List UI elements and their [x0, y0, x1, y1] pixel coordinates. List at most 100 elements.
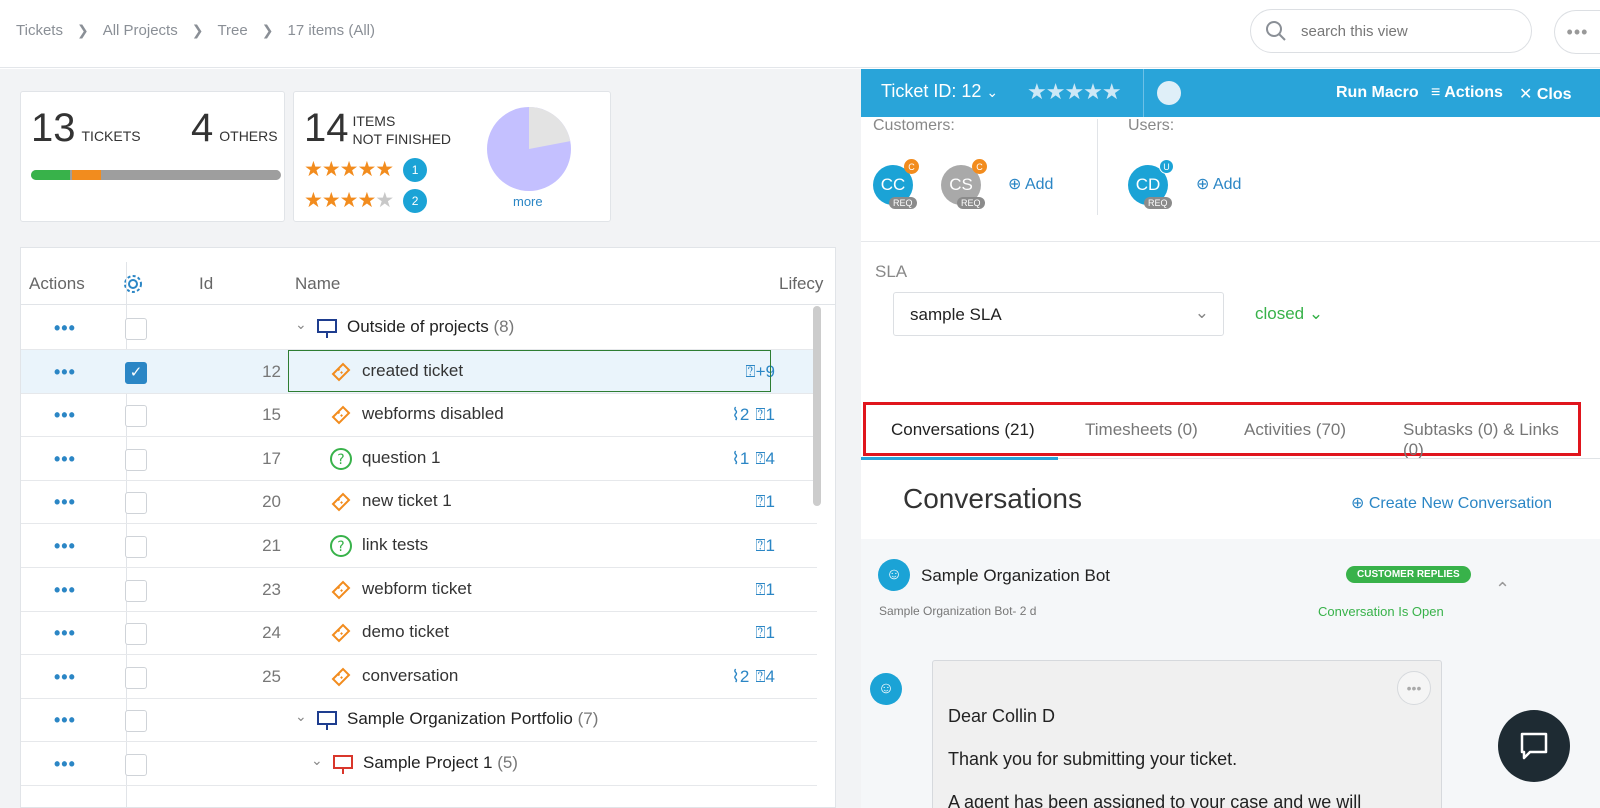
attachment-count[interactable]: ⌇2: [732, 405, 750, 425]
table-row[interactable]: ••• 20 new ticket 1 ⍰1: [21, 480, 817, 525]
row-actions-button[interactable]: •••: [54, 536, 76, 557]
close-button[interactable]: ✕ Clos: [1519, 84, 1572, 104]
conversation-count[interactable]: ⍰1: [755, 492, 775, 512]
sla-select[interactable]: sample SLA ⌄: [893, 292, 1224, 336]
requester-badge: REQ: [957, 197, 985, 209]
table-row[interactable]: ••• 25 conversation ⌇2 ⍰4: [21, 655, 817, 699]
table-row[interactable]: ••• 24 demo ticket ⍰1: [21, 611, 817, 656]
expand-chevron-icon[interactable]: ⌄: [311, 752, 323, 769]
attachment-count[interactable]: ⌇1: [732, 449, 750, 469]
sla-label: SLA: [875, 262, 908, 281]
row-checkbox[interactable]: [125, 623, 147, 646]
grid-scrollbar[interactable]: [813, 306, 821, 506]
row-checkbox[interactable]: [125, 579, 147, 602]
row-checkbox[interactable]: [125, 492, 147, 515]
row-meta: ⍰1: [755, 536, 775, 556]
tab-activities[interactable]: Activities (70): [1244, 420, 1346, 440]
avatar-user-cd[interactable]: CD U REQ: [1128, 159, 1174, 209]
row-actions-button[interactable]: •••: [54, 667, 76, 688]
group-name[interactable]: Sample Organization Portfolio: [347, 709, 573, 728]
row-actions-button[interactable]: •••: [54, 710, 76, 731]
row-checkbox[interactable]: [125, 405, 147, 428]
ticket-rating-stars-icon[interactable]: ★★★★★: [1027, 79, 1122, 105]
ticket-name[interactable]: question 1: [362, 448, 440, 468]
row-actions-button[interactable]: •••: [54, 492, 76, 513]
table-row[interactable]: ••• 23 webform ticket ⍰1: [21, 568, 817, 612]
row-checkbox[interactable]: [125, 536, 147, 558]
row-checkbox[interactable]: [125, 318, 147, 340]
add-user-button[interactable]: ⊕ Add: [1196, 174, 1241, 194]
link-count: 2: [739, 666, 750, 686]
col-actions[interactable]: Actions: [29, 274, 85, 294]
chat-widget-button[interactable]: [1498, 710, 1570, 782]
ticket-name[interactable]: webforms disabled: [362, 404, 504, 424]
avatar-customer-cs[interactable]: CS C REQ: [941, 159, 987, 209]
tab-subtasks-links[interactable]: Subtasks (0) & Links (0): [1403, 420, 1578, 460]
items-summary-card[interactable]: 14 ITEMS NOT FINISHED ★★★★★ 1 ★★★★★ 2 mo…: [293, 91, 611, 222]
conversation-count[interactable]: ⍰4: [755, 449, 775, 469]
group-name[interactable]: Outside of projects: [347, 317, 489, 336]
status-dropdown[interactable]: closed ⌄: [1255, 304, 1323, 324]
conversation-count[interactable]: ⍰1: [755, 623, 775, 643]
row-actions-button[interactable]: •••: [54, 623, 76, 644]
ticket-name[interactable]: demo ticket: [362, 622, 449, 642]
tab-conversations[interactable]: Conversations (21): [891, 420, 1035, 440]
ticket-name[interactable]: conversation: [362, 666, 458, 686]
pie-more-link[interactable]: more: [513, 194, 543, 209]
table-row[interactable]: ••• ✓ 12 created ticket ⍰+9: [21, 349, 817, 394]
ticket-name[interactable]: link tests: [362, 535, 428, 555]
row-checkbox[interactable]: ✓: [125, 361, 147, 384]
tab-timesheets[interactable]: Timesheets (0): [1085, 420, 1198, 440]
group-row[interactable]: ••• ⌄ Sample Project 1 (5): [21, 742, 817, 786]
group-row[interactable]: ••• ⌄ Sample Organization Portfolio (7): [21, 698, 817, 743]
left-pane: 13 TICKETS 4 OTHERS 14 ITEMS NOT FINISHE…: [0, 69, 861, 808]
conversations-heading: Conversations: [903, 483, 1082, 514]
row-actions-button[interactable]: •••: [54, 754, 76, 775]
breadcrumb-all-projects[interactable]: All Projects: [103, 22, 178, 39]
message-options-button[interactable]: •••: [1397, 671, 1431, 705]
group-row[interactable]: ••• ⌄ Outside of projects (8): [21, 306, 817, 350]
search-input[interactable]: [1301, 22, 1501, 40]
breadcrumb-tickets[interactable]: Tickets: [16, 22, 63, 39]
row-checkbox[interactable]: [125, 448, 147, 471]
run-macro-button[interactable]: Run Macro: [1336, 84, 1419, 102]
avatar-customer-cc[interactable]: CC C REQ: [873, 159, 919, 209]
ticket-id: 20: [262, 492, 281, 512]
row-checkbox[interactable]: [125, 710, 147, 733]
row-actions-button[interactable]: •••: [54, 580, 76, 601]
link-count: 2: [739, 405, 750, 425]
tickets-summary-card[interactable]: 13 TICKETS 4 OTHERS: [20, 91, 285, 222]
table-row[interactable]: ••• 15 webforms disabled ⌇2 ⍰1: [21, 393, 817, 438]
group-name[interactable]: Sample Project 1: [363, 753, 492, 772]
actions-button[interactable]: ≡ Actions: [1431, 84, 1503, 102]
row-actions-button[interactable]: •••: [54, 449, 76, 470]
create-conversation-button[interactable]: ⊕ Create New Conversation: [1351, 493, 1552, 513]
ticket-name[interactable]: webform ticket: [362, 579, 472, 599]
conversation-count[interactable]: ⍰1: [755, 580, 775, 600]
collapse-icon[interactable]: ⌃: [1495, 579, 1510, 600]
table-row[interactable]: ••• 17? question 1 ⌇1 ⍰4: [21, 437, 817, 481]
col-id[interactable]: Id: [199, 274, 213, 294]
ticket-name[interactable]: new ticket 1: [362, 491, 452, 511]
row-actions-button[interactable]: •••: [54, 362, 76, 383]
conversation-count[interactable]: ⍰1: [755, 536, 775, 556]
conversation-count[interactable]: ⍰4: [755, 667, 775, 687]
table-row[interactable]: ••• 21? link tests ⍰1: [21, 524, 817, 568]
add-customer-button[interactable]: ⊕ Add: [1008, 174, 1053, 194]
row-actions-button[interactable]: •••: [54, 318, 76, 339]
status-pie-chart[interactable]: [486, 106, 572, 192]
group-count: (8): [493, 317, 515, 336]
attachment-count[interactable]: ⌇2: [732, 667, 750, 687]
row-checkbox[interactable]: [125, 754, 147, 776]
breadcrumb-tree[interactable]: Tree: [217, 22, 247, 39]
row-actions-button[interactable]: •••: [54, 405, 76, 426]
conversation-count[interactable]: ⍰1: [755, 405, 775, 425]
satisfaction-face-icon[interactable]: [1157, 81, 1181, 105]
col-name[interactable]: Name: [295, 274, 340, 294]
expand-chevron-icon[interactable]: ⌄: [295, 708, 307, 725]
col-lifecycle[interactable]: Lifecy: [779, 274, 823, 294]
more-options-button[interactable]: •••: [1554, 10, 1600, 54]
ticket-id-dropdown[interactable]: Ticket ID: 12 ⌄: [881, 81, 998, 102]
row-checkbox[interactable]: [125, 666, 147, 689]
expand-chevron-icon[interactable]: ⌄: [295, 316, 307, 333]
